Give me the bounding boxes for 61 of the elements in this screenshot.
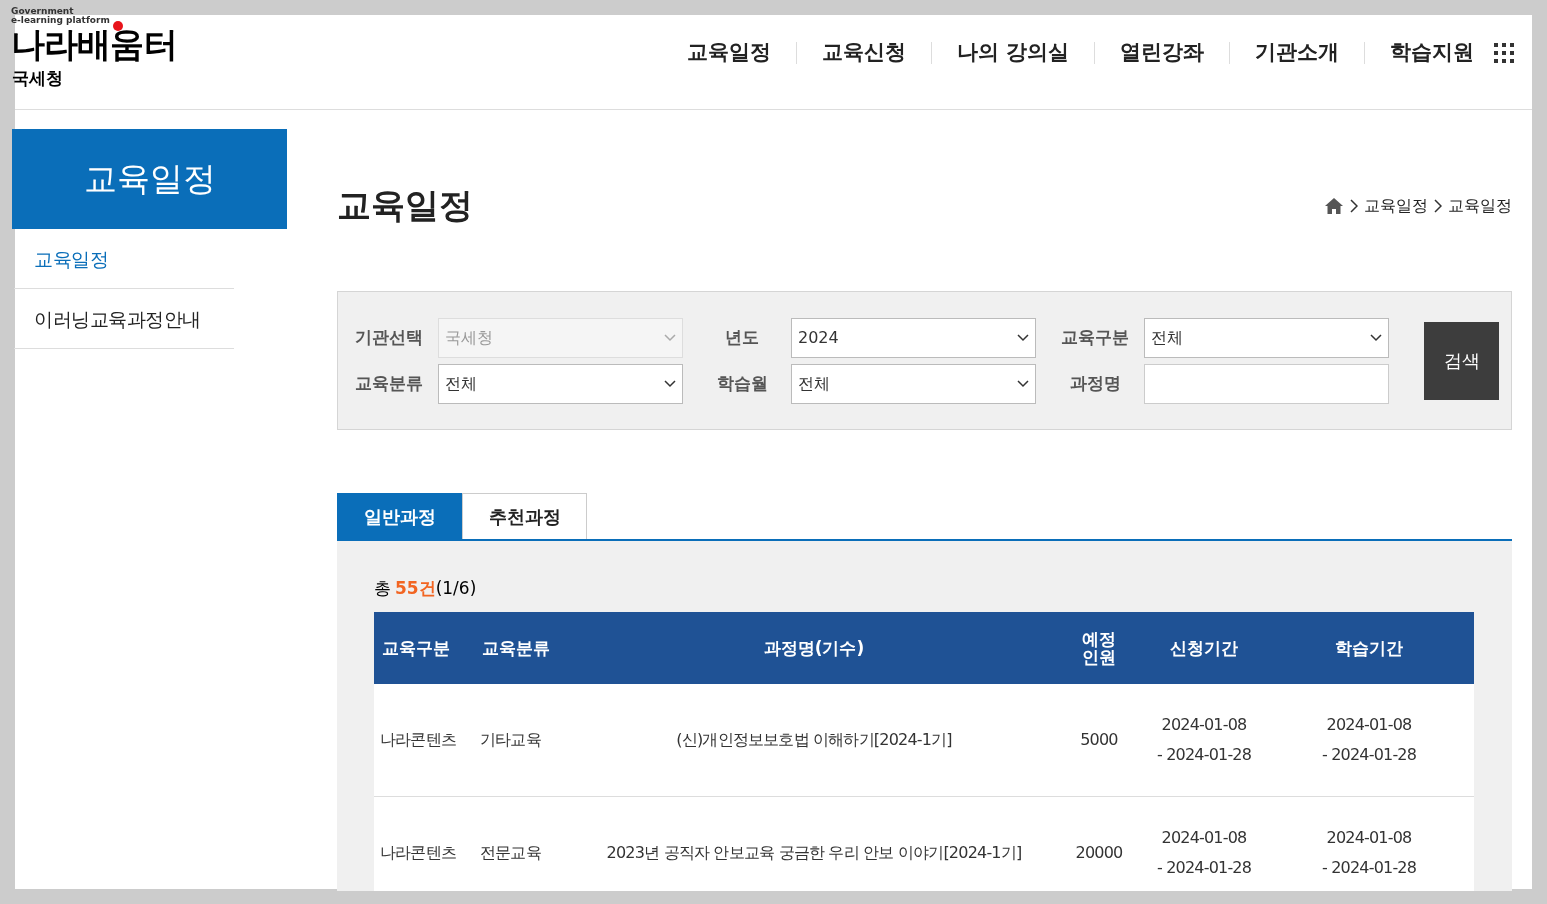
column-header: 교육분류 <box>482 637 550 658</box>
sidebar-item[interactable]: 이러닝교육과정안내 <box>14 289 234 349</box>
table-cell: 2023년 공직자 안보교육 궁금한 우리 안보 이야기[2024-1기] <box>606 843 1022 862</box>
search-button[interactable]: 검색 <box>1424 321 1499 400</box>
select-field[interactable]: 전체 <box>791 363 1036 404</box>
table-cell: 전문교육 <box>480 843 541 862</box>
table-cell: 나라콘텐츠 <box>380 843 456 862</box>
table-cell: 2024-01-08 - 2024-01-28 <box>1156 828 1252 877</box>
column-header: 교육구분 <box>382 637 450 658</box>
page-title: 교육일정 <box>337 184 473 227</box>
total-label: 총 <box>374 577 391 600</box>
table-cell: 5000 <box>1080 729 1118 749</box>
table-cell: (신)개인정보보호법 이해하기[2024-1기] <box>676 729 952 749</box>
table-cell: 2024-01-08 - 2024-01-28 <box>1321 828 1417 877</box>
nav-link[interactable]: 교육신청 <box>821 37 906 69</box>
table-cell: 기타교육 <box>480 729 541 749</box>
sidebar-title: 교육일정 <box>12 129 287 229</box>
field-label: 교육구분 <box>1060 325 1130 349</box>
chevron-down-icon <box>664 379 676 388</box>
column-header: 과정명(기수) <box>763 637 865 658</box>
tab[interactable]: 일반과정 <box>337 493 462 539</box>
chevron-right-icon <box>1434 198 1442 213</box>
page-count: (1/6) <box>435 577 477 600</box>
nav-link[interactable]: 학습지원 <box>1390 37 1474 69</box>
column-header: 학습기간 <box>1335 637 1403 658</box>
nav-link[interactable]: 열린강좌 <box>1120 37 1204 69</box>
field-label: 기관선택 <box>354 325 424 349</box>
total-count: 55건 <box>395 577 436 600</box>
field-label: 과정명 <box>1068 371 1122 395</box>
table-cell: 나라콘텐츠 <box>380 729 456 749</box>
select-field[interactable]: 전체 <box>1144 317 1389 358</box>
breadcrumb-link[interactable]: 교육일정 <box>1448 193 1512 218</box>
select-field[interactable]: 전체 <box>438 363 683 404</box>
tab[interactable]: 추천과정 <box>462 493 587 539</box>
chevron-right-icon <box>1350 198 1358 213</box>
select-field[interactable]: 2024 <box>791 317 1036 358</box>
text-field[interactable] <box>1144 363 1389 404</box>
grid-menu-icon[interactable] <box>1494 42 1514 63</box>
field-label: 년도 <box>724 325 760 349</box>
logo-tagline: Government e-learning platform <box>11 7 110 25</box>
column-header: 신청기간 <box>1170 637 1238 658</box>
column-header: 예정인원 <box>1081 629 1117 666</box>
chevron-down-icon <box>1370 333 1382 342</box>
nav-link[interactable]: 나의 강의실 <box>956 37 1069 69</box>
logo-text[interactable]: 나라배움터 <box>11 25 177 63</box>
table-cell: 20000 <box>1075 843 1123 862</box>
field-label: 교육분류 <box>354 371 424 395</box>
field-label: 학습월 <box>715 371 769 395</box>
logo-dot-icon <box>112 21 123 31</box>
breadcrumb-link[interactable]: 교육일정 <box>1364 193 1428 218</box>
chevron-down-icon <box>664 333 676 342</box>
nav-link[interactable]: 기관소개 <box>1255 37 1339 69</box>
nav-link[interactable]: 교육일정 <box>686 37 771 69</box>
chevron-down-icon <box>1017 379 1029 388</box>
chevron-down-icon <box>1017 333 1029 342</box>
select-field: 국세청 <box>438 317 683 358</box>
agency-name: 국세청 <box>12 67 63 89</box>
table-cell: 2024-01-08 - 2024-01-28 <box>1156 714 1252 764</box>
table-cell: 2024-01-08 - 2024-01-28 <box>1321 714 1417 764</box>
sidebar-item[interactable]: 교육일정 <box>14 229 234 289</box>
home-icon[interactable] <box>1324 196 1344 215</box>
